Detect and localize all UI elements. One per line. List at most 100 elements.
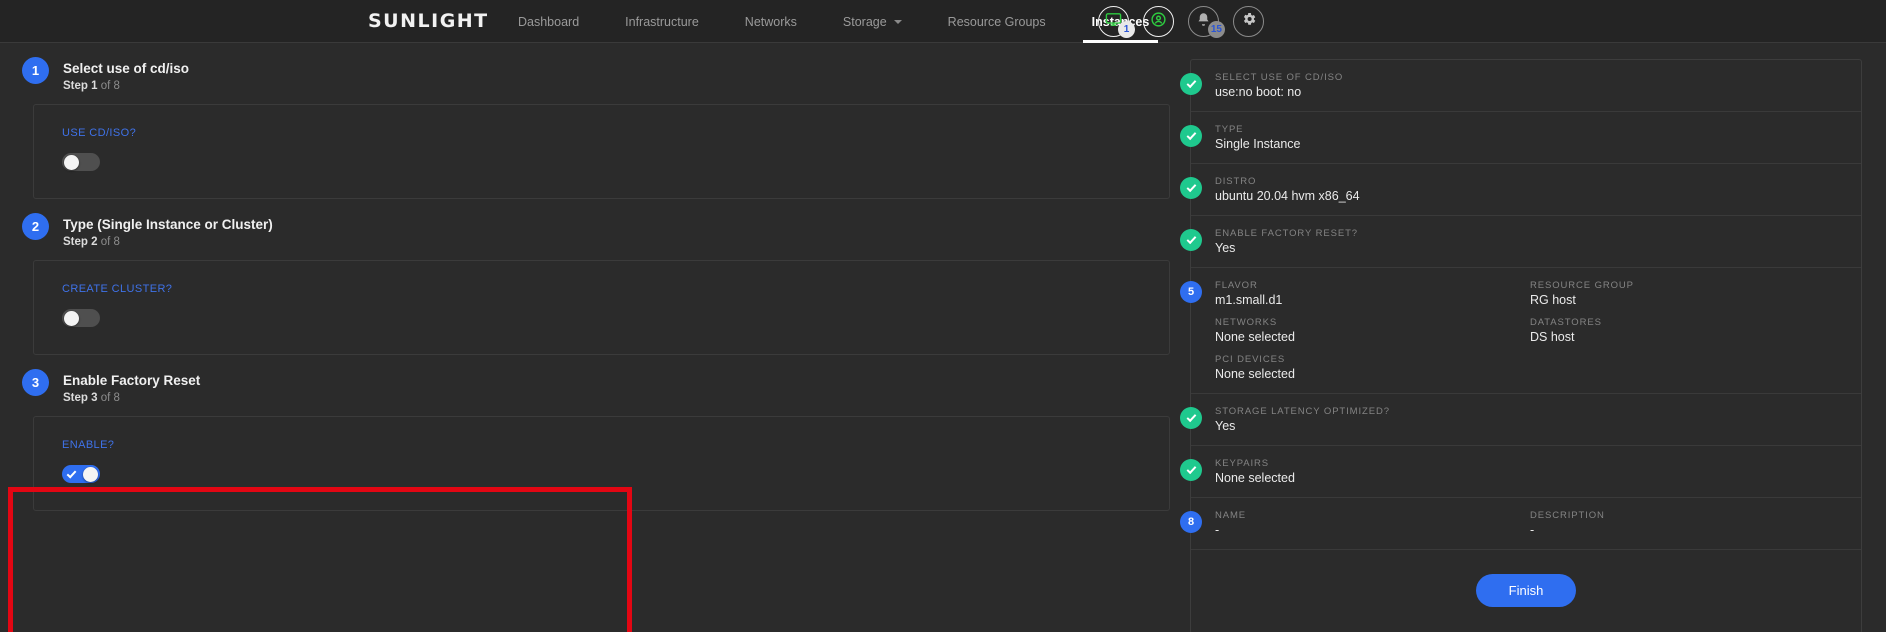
toggle-switch[interactable] xyxy=(62,465,100,483)
summary-field: DATASTORES DS host xyxy=(1530,317,1845,344)
summary-field: DISTRO ubuntu 20.04 hvm x86_64 xyxy=(1215,176,1845,203)
summary-row: 8 NAME - DESCRIPTION - xyxy=(1180,498,1861,550)
instances-icon-button[interactable]: 1 xyxy=(1098,6,1135,38)
step-progress-total: of 8 xyxy=(100,236,120,248)
summary-field-value: Single Instance xyxy=(1215,137,1301,151)
summary-field-key: DESCRIPTION xyxy=(1530,510,1605,521)
summary-row: KEYPAIRS None selected xyxy=(1180,446,1861,498)
gear-icon xyxy=(1241,11,1257,32)
nav-link-networks[interactable]: Networks xyxy=(722,0,820,43)
summary-field-value: Yes xyxy=(1215,241,1236,255)
wizard-steps-column: 1 Select use of cd/iso Step 1 of 8 USE CD/I… xyxy=(22,43,1170,511)
app-logo: SUNLIGHT xyxy=(368,10,489,32)
step-title: Select use of cd/iso xyxy=(63,61,190,76)
page-content: 1 Select use of cd/iso Step 1 of 8 USE CD/I… xyxy=(0,43,1886,632)
summary-fields: TYPE Single Instance xyxy=(1215,124,1845,151)
summary-fields: ENABLE FACTORY RESET? Yes xyxy=(1215,228,1845,255)
summary-field: TYPE Single Instance xyxy=(1215,124,1845,151)
summary-field: NETWORKS None selected xyxy=(1215,317,1530,344)
summary-field-value: - xyxy=(1530,523,1535,537)
summary-fields: SELECT USE OF CD/ISO use:no boot: no xyxy=(1215,72,1845,99)
step-heading-text: Select use of cd/iso Step 1 of 8 xyxy=(63,61,189,92)
field-label: USE CD/ISO? xyxy=(62,127,137,139)
summary-field-value: ubuntu 20.04 hvm x86_64 xyxy=(1215,189,1360,203)
summary-row: ENABLE FACTORY RESET? Yes xyxy=(1180,216,1861,268)
summary-field-value: m1.small.d1 xyxy=(1215,293,1283,307)
check-icon xyxy=(1180,459,1202,481)
toggle-switch[interactable] xyxy=(62,153,100,171)
summary-panel: SELECT USE OF CD/ISO use:no boot: no TYPE S… xyxy=(1180,59,1862,632)
summary-field-value: DS host xyxy=(1530,330,1575,344)
step-number-badge: 1 xyxy=(22,57,49,84)
chevron-down-icon xyxy=(893,19,902,24)
toggle-knob xyxy=(64,311,79,326)
step-progress-total: of 8 xyxy=(100,80,120,92)
summary-field-value: None selected xyxy=(1215,330,1295,344)
check-icon xyxy=(1180,229,1202,251)
toggle-switch[interactable] xyxy=(62,309,100,327)
check-icon xyxy=(1180,177,1202,199)
nav-link-infrastructure[interactable]: Infrastructure xyxy=(602,0,722,43)
notification-badge: 15 xyxy=(1207,21,1225,38)
field-label: CREATE CLUSTER? xyxy=(62,283,173,295)
step-title: Enable Factory Reset xyxy=(63,373,201,388)
summary-field: RESOURCE GROUP RG host xyxy=(1530,280,1845,307)
summary-field-key: DATASTORES xyxy=(1530,317,1602,328)
summary-field-key: PCI DEVICES xyxy=(1215,354,1286,365)
step-title: Type (Single Instance or Cluster) xyxy=(63,217,273,232)
user-status-icon-button[interactable] xyxy=(1143,6,1174,37)
summary-field: DESCRIPTION - xyxy=(1530,510,1845,537)
finish-button[interactable]: Finish xyxy=(1475,574,1577,607)
bell-icon-button[interactable]: 15 xyxy=(1188,6,1225,38)
summary-rows: SELECT USE OF CD/ISO use:no boot: no TYPE S… xyxy=(1180,60,1861,550)
step-progress-current: Step 3 xyxy=(63,392,98,404)
nav-link-label: Infrastructure xyxy=(625,14,699,29)
summary-row: 5 FLAVOR m1.small.d1 RESOURCE GROUP RG host N… xyxy=(1180,268,1861,394)
step-header: 1 Select use of cd/iso Step 1 of 8 xyxy=(22,43,1170,104)
summary-field-value: RG host xyxy=(1530,293,1576,307)
summary-fields: DISTRO ubuntu 20.04 hvm x86_64 xyxy=(1215,176,1845,203)
summary-row: SELECT USE OF CD/ISO use:no boot: no xyxy=(1180,60,1861,112)
step-progress: Step 2 of 8 xyxy=(63,236,273,248)
summary-fields: KEYPAIRS None selected xyxy=(1215,458,1845,485)
main-nav-links: Dashboard Infrastructure Networks Storage Re… xyxy=(495,0,1172,43)
summary-field: SELECT USE OF CD/ISO use:no boot: no xyxy=(1215,72,1845,99)
nav-icon-group: 1 15 xyxy=(1098,0,1264,43)
nav-link-resource-groups[interactable]: Resource Groups xyxy=(925,0,1069,43)
user-status-icon xyxy=(1150,11,1167,33)
field-label: ENABLE? xyxy=(62,439,115,451)
step-progress: Step 1 of 8 xyxy=(63,80,189,92)
summary-field-key: DISTRO xyxy=(1215,176,1257,187)
check-icon xyxy=(1180,125,1202,147)
top-navigation-bar: SUNLIGHT Dashboard Infrastructure Networks… xyxy=(0,0,1886,43)
gear-icon-button[interactable] xyxy=(1233,6,1264,37)
summary-field: KEYPAIRS None selected xyxy=(1215,458,1845,485)
summary-fields: NAME - DESCRIPTION - xyxy=(1215,510,1845,537)
summary-field: NAME - xyxy=(1215,510,1530,537)
summary-field-value: - xyxy=(1215,523,1220,537)
summary-field-key: FLAVOR xyxy=(1215,280,1258,291)
summary-field-key: STORAGE LATENCY OPTIMIZED? xyxy=(1215,406,1390,417)
summary-field-key: SELECT USE OF CD/ISO xyxy=(1215,72,1344,83)
step-header: 3 Enable Factory Reset Step 3 of 8 xyxy=(22,355,1170,416)
step-heading-text: Type (Single Instance or Cluster) Step 2 … xyxy=(63,217,273,248)
step-body: CREATE CLUSTER? xyxy=(33,260,1170,355)
step-body: ENABLE? xyxy=(33,416,1170,511)
nav-link-label: Networks xyxy=(744,14,797,29)
check-icon xyxy=(1180,73,1202,95)
toggle-knob xyxy=(83,467,98,482)
summary-field-key: RESOURCE GROUP xyxy=(1530,280,1634,291)
summary-field-key: KEYPAIRS xyxy=(1215,458,1270,469)
step-number-badge: 3 xyxy=(22,369,49,396)
nav-link-storage[interactable]: Storage xyxy=(820,0,925,43)
summary-field-value: Yes xyxy=(1215,419,1236,433)
finish-button-row: Finish xyxy=(1191,550,1861,632)
step-progress-total: of 8 xyxy=(100,392,120,404)
summary-field-value: use:no boot: no xyxy=(1215,85,1302,99)
summary-field-value: None selected xyxy=(1215,471,1295,485)
wizard-step-3: 3 Enable Factory Reset Step 3 of 8 ENABLE? xyxy=(22,355,1170,511)
summary-field: ENABLE FACTORY RESET? Yes xyxy=(1215,228,1845,255)
summary-field-key: NETWORKS xyxy=(1215,317,1278,328)
nav-link-label: Dashboard xyxy=(518,14,580,29)
nav-link-dashboard[interactable]: Dashboard xyxy=(495,0,602,43)
